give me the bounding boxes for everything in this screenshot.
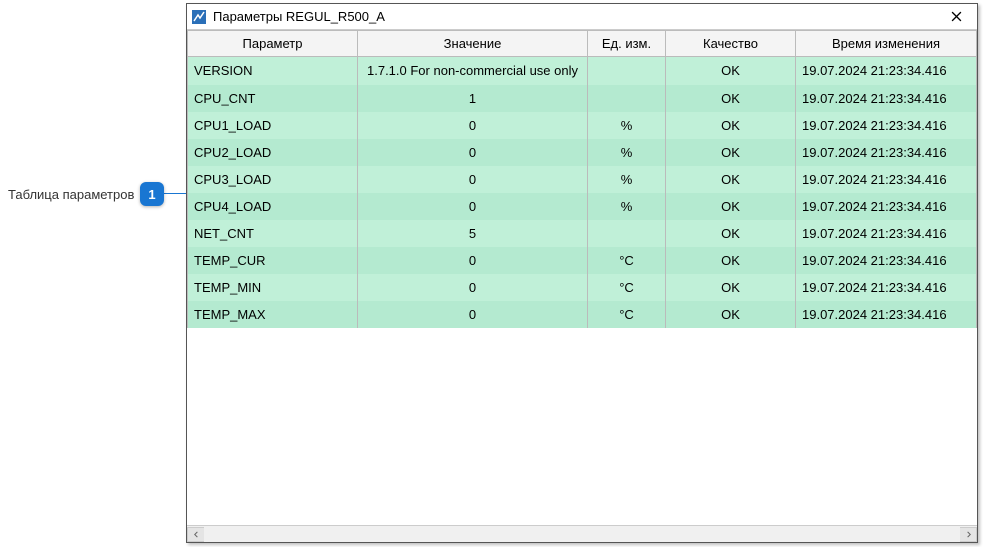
table-row[interactable]: TEMP_CUR0°COK19.07.2024 21:23:34.416 xyxy=(188,247,977,274)
app-icon xyxy=(191,9,207,25)
cell-quality: OK xyxy=(666,220,796,247)
table-container: Параметр Значение Ед. изм. Качество Врем… xyxy=(187,30,977,542)
scroll-track[interactable] xyxy=(204,527,960,542)
cell-quality: OK xyxy=(666,166,796,193)
table-row[interactable]: CPU_CNT1 OK19.07.2024 21:23:34.416 xyxy=(188,85,977,112)
titlebar: Параметры REGUL_R500_A xyxy=(187,4,977,30)
cell-time: 19.07.2024 21:23:34.416 xyxy=(796,274,977,301)
cell-quality: OK xyxy=(666,112,796,139)
col-header-param[interactable]: Параметр xyxy=(188,31,358,57)
col-header-unit[interactable]: Ед. изм. xyxy=(588,31,666,57)
cell-time: 19.07.2024 21:23:34.416 xyxy=(796,166,977,193)
chevron-right-icon xyxy=(965,531,972,538)
cell-value: 0 xyxy=(358,112,588,139)
cell-unit: °C xyxy=(588,301,666,328)
close-icon xyxy=(951,11,962,22)
cell-quality: OK xyxy=(666,274,796,301)
annotation-marker: 1 xyxy=(140,182,164,206)
cell-param: NET_CNT xyxy=(188,220,358,247)
cell-quality: OK xyxy=(666,301,796,328)
cell-unit xyxy=(588,57,666,85)
cell-unit xyxy=(588,85,666,112)
cell-param: CPU1_LOAD xyxy=(188,112,358,139)
cell-value: 0 xyxy=(358,274,588,301)
cell-param: TEMP_MIN xyxy=(188,274,358,301)
cell-unit: °C xyxy=(588,247,666,274)
cell-param: CPU2_LOAD xyxy=(188,139,358,166)
cell-value: 0 xyxy=(358,139,588,166)
chevron-left-icon xyxy=(193,531,200,538)
cell-param: TEMP_CUR xyxy=(188,247,358,274)
table-row[interactable]: NET_CNT5 OK19.07.2024 21:23:34.416 xyxy=(188,220,977,247)
cell-time: 19.07.2024 21:23:34.416 xyxy=(796,247,977,274)
table-row[interactable]: CPU4_LOAD0%OK19.07.2024 21:23:34.416 xyxy=(188,193,977,220)
cell-unit: °C xyxy=(588,274,666,301)
table-row[interactable]: CPU2_LOAD0%OK19.07.2024 21:23:34.416 xyxy=(188,139,977,166)
cell-param: VERSION xyxy=(188,57,358,85)
cell-time: 19.07.2024 21:23:34.416 xyxy=(796,57,977,85)
col-header-qual[interactable]: Качество xyxy=(666,31,796,57)
cell-quality: OK xyxy=(666,193,796,220)
scroll-left-button[interactable] xyxy=(187,527,204,542)
cell-quality: OK xyxy=(666,85,796,112)
table-row[interactable]: CPU3_LOAD0%OK19.07.2024 21:23:34.416 xyxy=(188,166,977,193)
cell-time: 19.07.2024 21:23:34.416 xyxy=(796,139,977,166)
cell-param: CPU4_LOAD xyxy=(188,193,358,220)
cell-value: 0 xyxy=(358,247,588,274)
table-row[interactable]: TEMP_MAX0°COK19.07.2024 21:23:34.416 xyxy=(188,301,977,328)
scroll-right-button[interactable] xyxy=(960,527,977,542)
cell-value: 1 xyxy=(358,85,588,112)
annotation-label: Таблица параметров xyxy=(8,187,134,202)
cell-value: 0 xyxy=(358,166,588,193)
table-row[interactable]: VERSION1.7.1.0 For non-commercial use on… xyxy=(188,57,977,85)
cell-quality: OK xyxy=(666,139,796,166)
cell-unit xyxy=(588,220,666,247)
cell-param: CPU_CNT xyxy=(188,85,358,112)
cell-unit: % xyxy=(588,193,666,220)
table-row[interactable]: TEMP_MIN0°COK19.07.2024 21:23:34.416 xyxy=(188,274,977,301)
cell-quality: OK xyxy=(666,57,796,85)
cell-time: 19.07.2024 21:23:34.416 xyxy=(796,220,977,247)
cell-quality: OK xyxy=(666,247,796,274)
cell-param: CPU3_LOAD xyxy=(188,166,358,193)
cell-unit: % xyxy=(588,139,666,166)
cell-value: 0 xyxy=(358,301,588,328)
cell-value: 0 xyxy=(358,193,588,220)
cell-value: 5 xyxy=(358,220,588,247)
col-header-value[interactable]: Значение xyxy=(358,31,588,57)
annotation-connector xyxy=(164,193,186,194)
cell-unit: % xyxy=(588,166,666,193)
table-scroll[interactable]: Параметр Значение Ед. изм. Качество Врем… xyxy=(187,30,977,525)
cell-time: 19.07.2024 21:23:34.416 xyxy=(796,112,977,139)
cell-time: 19.07.2024 21:23:34.416 xyxy=(796,85,977,112)
cell-param: TEMP_MAX xyxy=(188,301,358,328)
window-title: Параметры REGUL_R500_A xyxy=(213,9,939,24)
table-row[interactable]: CPU1_LOAD0%OK19.07.2024 21:23:34.416 xyxy=(188,112,977,139)
horizontal-scrollbar[interactable] xyxy=(187,525,977,542)
cell-time: 19.07.2024 21:23:34.416 xyxy=(796,193,977,220)
header-row: Параметр Значение Ед. изм. Качество Врем… xyxy=(188,31,977,57)
parameters-table: Параметр Значение Ед. изм. Качество Врем… xyxy=(187,30,977,328)
parameters-window: Параметры REGUL_R500_A Параметр Значение… xyxy=(186,3,978,543)
col-header-time[interactable]: Время изменения xyxy=(796,31,977,57)
cell-value: 1.7.1.0 For non-commercial use only xyxy=(358,57,588,85)
close-button[interactable] xyxy=(939,5,973,29)
cell-time: 19.07.2024 21:23:34.416 xyxy=(796,301,977,328)
cell-unit: % xyxy=(588,112,666,139)
